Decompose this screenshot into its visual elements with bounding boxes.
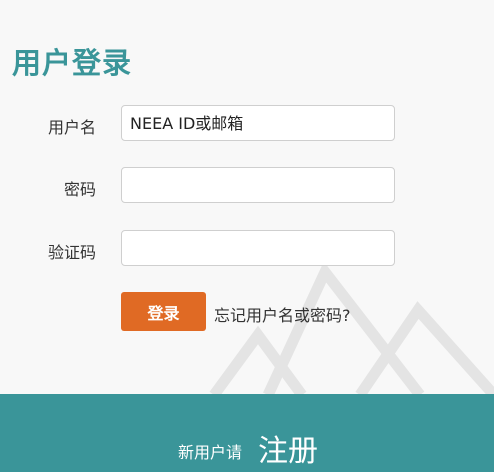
captcha-label: 验证码	[47, 243, 96, 262]
captcha-input[interactable]	[121, 230, 395, 266]
register-link[interactable]: 注册	[258, 426, 318, 470]
username-label: 用户名	[47, 118, 96, 137]
password-input[interactable]	[121, 167, 395, 203]
register-footer: 新用户请 注册	[0, 394, 494, 472]
new-user-text: 新用户请	[178, 443, 243, 462]
login-button[interactable]: 登录	[121, 292, 206, 331]
forgot-password-link[interactable]: 忘记用户名或密码?	[214, 302, 351, 326]
page-title: 用户登录	[12, 46, 133, 80]
username-input[interactable]	[121, 105, 395, 141]
password-label: 密码	[63, 180, 96, 199]
